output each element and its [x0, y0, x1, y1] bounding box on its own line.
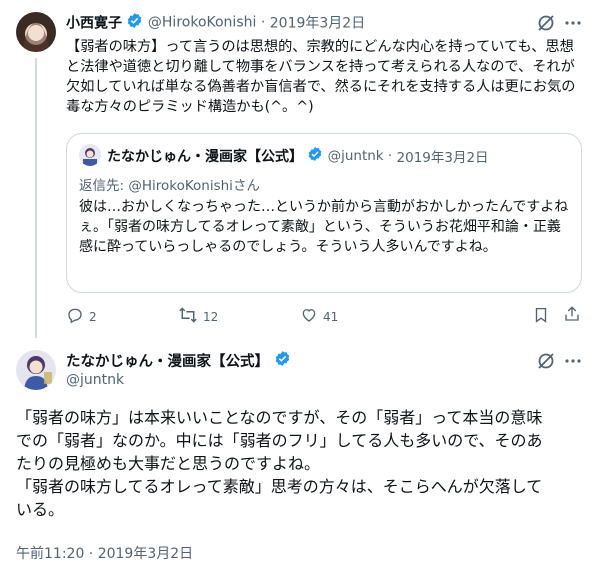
- quoted-tweet-card[interactable]: たなかじゅん・漫画家【公式】 @juntnk · 2019年3月2日 返信先: …: [66, 133, 582, 293]
- tweet-header: 小西寛子 @HirokoKonishi · 2019年3月2日: [66, 12, 365, 33]
- reply-count: 2: [89, 309, 97, 324]
- retweet-button[interactable]: 12: [178, 306, 218, 327]
- separator-dot: ·: [387, 148, 393, 164]
- avatar[interactable]: [16, 12, 56, 52]
- tweet-text-line: いる。: [16, 500, 65, 519]
- tweet-text: 【弱者の味方】って言うのは思想的、宗教的にどんな内心を持っていても、思想と法律や…: [66, 39, 576, 115]
- quoted-tweet-text: 彼は…おかしくなっちゃった…というか前から言動がおかしかったんですよねぇ。「弱者…: [79, 199, 569, 255]
- reply-to-label: 返信先: @HirokoKonishiさん: [79, 178, 260, 194]
- tweet-text-line: 「弱者の味方してるオレって素敵」思考の方々は、そこらへんが欠落して: [16, 477, 543, 496]
- tweet-date[interactable]: 2019年3月2日: [270, 16, 365, 32]
- tweet-author: たなかじゅん・漫画家【公式】: [66, 350, 291, 371]
- verified-badge-icon: [307, 146, 323, 166]
- tweet-text-line: での「弱者」なのか。中には「弱者のフリ」してる人も多いので、そのあ: [16, 431, 543, 450]
- retweet-icon: [178, 306, 198, 327]
- separator-dot: ·: [260, 14, 266, 31]
- heart-icon: [300, 306, 318, 327]
- quoted-tweet-header: たなかじゅん・漫画家【公式】 @juntnk · 2019年3月2日: [107, 146, 489, 166]
- like-button[interactable]: 41: [300, 306, 338, 327]
- display-name: たなかじゅん・漫画家【公式】: [107, 149, 303, 165]
- like-count: 41: [323, 309, 339, 324]
- reply-button[interactable]: 2: [66, 306, 97, 327]
- tweet-text-line: たりの見極めも大事だと思うのですよね。: [16, 454, 321, 473]
- avatar[interactable]: [16, 350, 56, 390]
- reply-icon: [66, 306, 84, 327]
- handle[interactable]: @juntnk: [66, 372, 124, 388]
- tweet-text: 「弱者の味方」は本来いいことなのですが、その「弱者」って本当の意味 での「弱者」…: [16, 406, 591, 521]
- retweet-count: 12: [203, 309, 219, 324]
- bookmark-icon[interactable]: [532, 306, 550, 324]
- more-options-icon[interactable]: [564, 352, 582, 370]
- grok-icon[interactable]: [536, 13, 556, 33]
- tweet-timestamp[interactable]: 午前11:20 · 2019年3月2日: [16, 543, 193, 563]
- verified-badge-icon: [126, 12, 143, 33]
- tweet-text-line: 「弱者の味方」は本来いいことなのですが、その「弱者」って本当の意味: [16, 408, 543, 427]
- grok-icon[interactable]: [536, 351, 556, 371]
- more-options-icon[interactable]: [564, 14, 582, 32]
- handle: @juntnk: [327, 148, 384, 164]
- avatar: [79, 144, 101, 166]
- handle[interactable]: @HirokoKonishi: [148, 15, 256, 31]
- thread-connector-line: [35, 58, 37, 338]
- display-name[interactable]: たなかじゅん・漫画家【公式】: [66, 354, 269, 370]
- verified-badge-icon: [274, 350, 291, 371]
- share-icon[interactable]: [563, 305, 581, 323]
- display-name[interactable]: 小西寛子: [66, 16, 122, 32]
- tweet-date: 2019年3月2日: [396, 150, 489, 166]
